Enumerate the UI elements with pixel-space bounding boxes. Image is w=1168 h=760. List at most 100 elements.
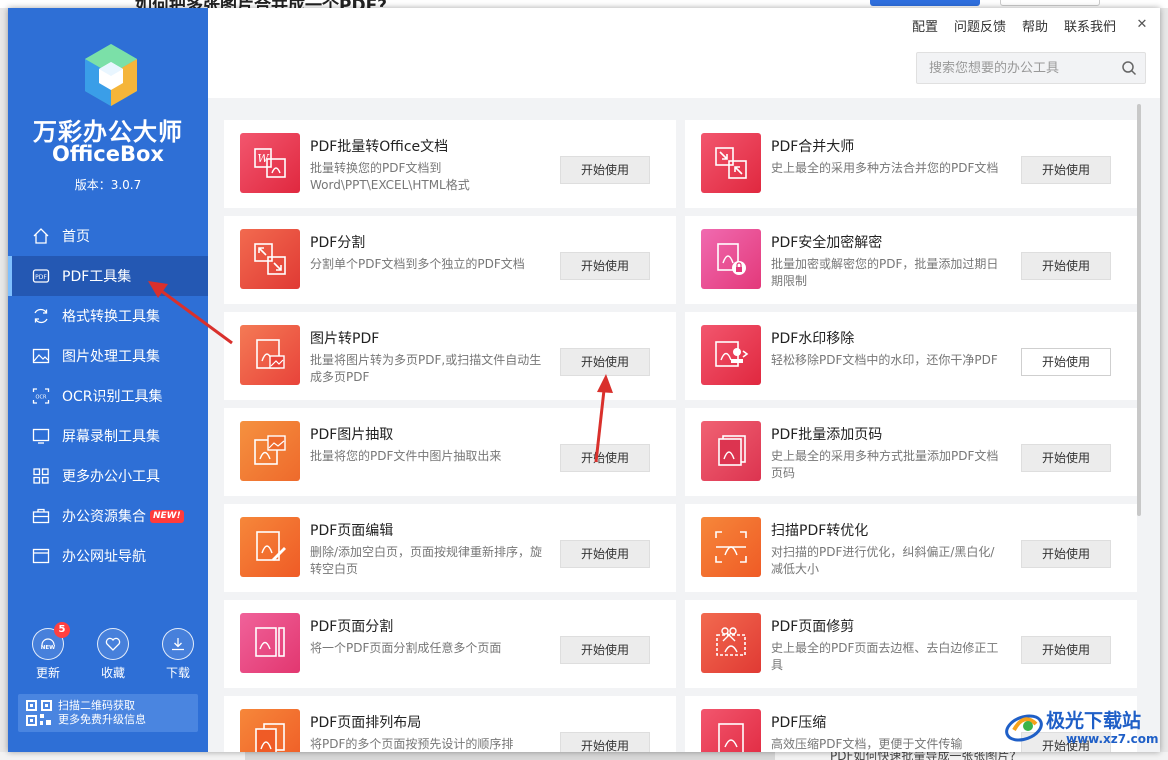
card-pdf-page-number[interactable]: PDF批量添加页码 史上最全的采用多种方式批量添加PDF文档页码 开始使用 [685,408,1137,496]
sidebar-item-home[interactable]: 首页 [8,216,208,256]
card-desc: 删除/添加空白页，页面按规律重新排序，旋转空白页 [310,545,543,576]
card-title: PDF页面编辑 [310,523,394,539]
minimize-button[interactable]: − [1100,16,1120,34]
card-pdf-image-extract[interactable]: PDF图片抽取 批量将您的PDF文件中图片抽取出来 开始使用 [224,408,676,496]
start-button[interactable]: 开始使用 [1021,540,1111,568]
settings-link[interactable]: 配置 [912,16,938,35]
help-link[interactable]: 帮助 [1022,16,1048,35]
update-count-badge: 5 [54,622,70,638]
page-split-icon [240,613,300,673]
home-icon [32,227,50,245]
card-pdf-to-office[interactable]: W PDF批量转Office文档 批量转换您的PDF文档到Word\PPT\EX… [224,120,676,208]
card-desc: 批量将图片转为多页PDF,或扫描文件自动生成多页PDF [310,353,542,384]
start-button[interactable]: 开始使用 [560,156,650,184]
sidebar-item-label: 办公网址导航 [62,549,146,565]
start-button[interactable]: 开始使用 [560,540,650,568]
qr-text-line1: 扫描二维码获取 [58,699,135,712]
card-pdf-merge[interactable]: PDF合并大师 史上最全的采用多种方法合并您的PDF文档 开始使用 [685,120,1137,208]
screen-icon [32,427,50,445]
card-image-to-pdf[interactable]: 图片转PDF 批量将图片转为多页PDF,或扫描文件自动生成多页PDF 开始使用 [224,312,676,400]
card-desc: 史上最全的采用多种方式批量添加PDF文档页码 [771,449,999,480]
sidebar-item-screen-record[interactable]: 屏幕录制工具集 [8,416,208,456]
background-page-bottom: PDF如何快速批量导成一张张图片? [0,752,1168,760]
search-icon[interactable] [1121,60,1137,76]
sidebar-item-ocr-tools[interactable]: OCR OCR识别工具集 [8,376,208,416]
sidebar-item-more-tools[interactable]: 更多办公小工具 [8,456,208,496]
start-button[interactable]: 开始使用 [560,252,650,280]
sidebar-item-label: OCR识别工具集 [62,389,163,405]
site-watermark: 极光下载站 www.xz7.com [1000,702,1162,752]
card-title: PDF页面修剪 [771,619,855,635]
sidebar-item-office-resources[interactable]: 办公资源集合 NEW! [8,496,208,536]
heart-icon [97,628,129,660]
qr-text: 扫描二维码获取 更多免费升级信息 [58,699,146,727]
start-button[interactable]: 开始使用 [560,348,650,376]
card-title: PDF图片抽取 [310,427,394,443]
card-desc: 将PDF的多个页面按预先设计的顺序排 [310,737,514,751]
feedback-link[interactable]: 问题反馈 [954,16,1006,35]
start-button[interactable]: 开始使用 [560,444,650,472]
sidebar-item-image-tools[interactable]: 图片处理工具集 [8,336,208,376]
sidebar-item-web-nav[interactable]: 办公网址导航 [8,536,208,576]
sidebar-item-label: 首页 [62,229,90,245]
start-button[interactable]: 开始使用 [1021,252,1111,280]
card-pdf-security[interactable]: PDF安全加密解密 批量加密或解密您的PDF，批量添加过期日期限制 开始使用 [685,216,1137,304]
card-pdf-page-trim[interactable]: PDF页面修剪 史上最全的PDF页面去边框、去白边修正工具 开始使用 [685,600,1137,688]
download-label: 下载 [165,666,190,680]
content-scrollbar[interactable] [1137,104,1141,516]
split-icon [240,229,300,289]
card-title: 扫描PDF转优化 [771,523,869,539]
card-scan-pdf-optimize[interactable]: 扫描PDF转优化 对扫描的PDF进行优化，纠斜偏正/黑白化/减低大小 开始使用 [685,504,1137,592]
sidebar-item-pdf-tools[interactable]: PDF PDF工具集 [8,256,208,296]
image-to-pdf-icon [240,325,300,385]
start-button[interactable]: 开始使用 [1021,444,1111,472]
card-desc: 批量将您的PDF文件中图片抽取出来 [310,449,502,463]
card-title: PDF水印移除 [771,331,855,347]
ocr-icon: OCR [32,387,50,405]
download-icon [162,628,194,660]
svg-text:OCR: OCR [36,395,47,401]
card-desc: 对扫描的PDF进行优化，纠斜偏正/黑白化/减低大小 [771,545,995,576]
search-input[interactable] [917,53,1113,83]
update-button[interactable]: NEW 5 更新 [28,622,70,681]
briefcase-icon [32,507,50,525]
download-button[interactable]: 下载 [158,628,198,681]
background-page-top: 如何把多张图片合并成一个PDF? [0,0,1168,8]
sidebar-item-label: PDF工具集 [62,269,132,285]
card-desc: 史上最全的采用多种方法合并您的PDF文档 [771,161,999,175]
merge-icon [701,133,761,193]
version-label: 版本：3.0.7 [74,178,142,192]
card-title: PDF页面分割 [310,619,394,635]
watermark-remove-icon [701,325,761,385]
sidebar-bottom-tools: NEW 5 更新 收藏 下载 [28,622,198,681]
card-title: PDF安全加密解密 [771,235,883,251]
card-pdf-watermark-remove[interactable]: PDF水印移除 轻松移除PDF文档中的水印，还你干净PDF 开始使用 [685,312,1137,400]
header: 配置 问题反馈 帮助 联系我们 − ✕ [208,8,1160,98]
pdf-icon: PDF [32,267,50,285]
close-button[interactable]: ✕ [1132,16,1152,34]
sidebar-item-format-convert[interactable]: 格式转换工具集 [8,296,208,336]
compress-icon [701,709,761,752]
header-links: 配置 问题反馈 帮助 联系我们 [896,16,1116,35]
start-button[interactable]: 开始使用 [560,732,650,752]
browser-icon [32,547,50,565]
card-desc: 轻松移除PDF文档中的水印，还你干净PDF [771,353,998,367]
card-pdf-split[interactable]: PDF分割 分割单个PDF文档到多个独立的PDF文档 开始使用 [224,216,676,304]
start-button[interactable]: 开始使用 [1021,636,1111,664]
background-article-title: 如何把多张图片合并成一个PDF? [135,0,387,8]
new-badge: NEW! [150,509,184,523]
start-button[interactable]: 开始使用 [560,636,650,664]
background-button-blue [870,0,980,6]
card-pdf-page-edit[interactable]: PDF页面编辑 删除/添加空白页，页面按规律重新排序，旋转空白页 开始使用 [224,504,676,592]
card-pdf-page-split[interactable]: PDF页面分割 将一个PDF页面分割成任意多个页面 开始使用 [224,600,676,688]
scan-optimize-icon [701,517,761,577]
start-button[interactable]: 开始使用 [1021,156,1111,184]
background-gray-bar [245,752,775,760]
favorites-button[interactable]: 收藏 [93,628,133,681]
start-button[interactable]: 开始使用 [1021,348,1111,376]
qr-code-promo[interactable]: 扫描二维码获取 更多免费升级信息 [18,694,198,732]
page-layout-icon [240,709,300,752]
qr-code-icon [26,700,52,726]
card-pdf-page-layout[interactable]: PDF页面排列布局 将PDF的多个页面按预先设计的顺序排 开始使用 [224,696,676,752]
card-title: 图片转PDF [310,331,380,347]
